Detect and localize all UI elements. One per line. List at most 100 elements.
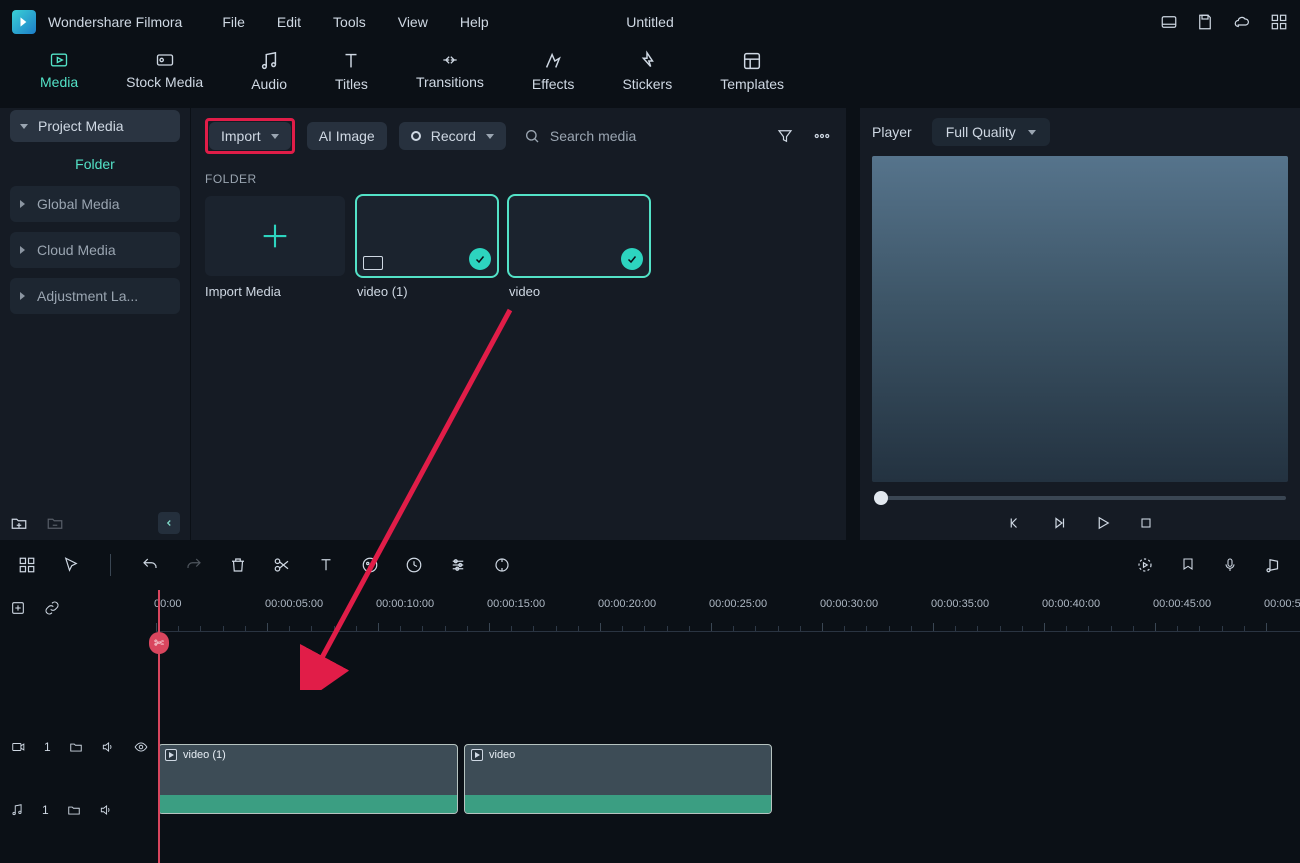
tab-titles-label: Titles xyxy=(335,76,368,92)
timeline: 1 1 00:0000:00:05:0000:00:10:0000:00:15:… xyxy=(0,590,1300,863)
thumb-caption: video (1) xyxy=(357,284,497,299)
check-icon xyxy=(621,248,643,270)
tab-transitions[interactable]: Transitions xyxy=(416,50,484,90)
quality-select[interactable]: Full Quality xyxy=(932,118,1050,146)
redo-icon[interactable] xyxy=(185,556,203,574)
prev-frame-icon[interactable] xyxy=(1006,514,1024,532)
play-badge-icon xyxy=(165,749,177,761)
caret-right-icon xyxy=(20,246,25,254)
step-back-icon[interactable] xyxy=(1050,514,1068,532)
text-tool-icon[interactable] xyxy=(317,556,335,574)
import-label: Import xyxy=(221,128,261,144)
preview-player-label[interactable]: Player xyxy=(872,124,912,140)
select-tool-icon[interactable] xyxy=(62,556,80,574)
record-button[interactable]: Record xyxy=(399,122,506,150)
tab-media[interactable]: Media xyxy=(40,50,78,90)
stock-media-icon xyxy=(153,50,177,70)
record-dot-icon xyxy=(411,131,421,141)
tab-effects[interactable]: Effects xyxy=(532,50,575,92)
timeline-toolbar xyxy=(0,540,1300,590)
adjust-icon[interactable] xyxy=(449,556,467,574)
templates-icon xyxy=(741,50,763,72)
voiceover-icon[interactable] xyxy=(1222,556,1238,574)
sidebar-global-media[interactable]: Global Media xyxy=(10,186,180,222)
tab-stickers[interactable]: Stickers xyxy=(622,50,672,92)
grid-icon[interactable] xyxy=(1270,13,1288,31)
new-folder-icon[interactable] xyxy=(10,514,28,532)
menu-help[interactable]: Help xyxy=(450,8,499,36)
track-mute-icon[interactable] xyxy=(101,740,115,754)
track-folder-icon[interactable] xyxy=(67,803,81,817)
thumb-video-2[interactable]: video xyxy=(509,196,649,299)
collapse-sidebar-icon[interactable] xyxy=(158,512,180,534)
more-icon[interactable] xyxy=(812,127,832,145)
add-track-icon[interactable] xyxy=(10,600,26,616)
search-input[interactable]: Search media xyxy=(524,128,636,144)
speed-icon[interactable] xyxy=(405,556,423,574)
tab-templates-label: Templates xyxy=(720,76,784,92)
save-icon[interactable] xyxy=(1196,13,1214,31)
play-icon[interactable] xyxy=(1094,514,1112,532)
undo-icon[interactable] xyxy=(141,556,159,574)
sidebar-cloud-media[interactable]: Cloud Media xyxy=(10,232,180,268)
tab-titles[interactable]: Titles xyxy=(335,50,368,92)
split-icon[interactable] xyxy=(273,556,291,574)
folder-heading: FOLDER xyxy=(205,172,832,186)
caret-down-icon xyxy=(1028,130,1036,135)
tab-stickers-label: Stickers xyxy=(622,76,672,92)
tab-audio[interactable]: Audio xyxy=(251,50,287,92)
tab-stock-media[interactable]: Stock Media xyxy=(126,50,203,90)
audio-track-icon xyxy=(10,803,24,817)
thumb-caption: video xyxy=(509,284,649,299)
playhead[interactable]: ✄ xyxy=(158,590,160,863)
crop-icon[interactable] xyxy=(493,556,511,574)
preview-panel: Player Full Quality xyxy=(860,108,1300,540)
scrubber-knob[interactable] xyxy=(874,491,888,505)
import-button[interactable]: Import xyxy=(209,122,291,150)
playhead-handle-icon[interactable]: ✄ xyxy=(149,632,169,654)
delete-folder-icon[interactable] xyxy=(46,514,64,532)
filter-icon[interactable] xyxy=(776,127,794,145)
menu-view[interactable]: View xyxy=(388,8,438,36)
clip-video-2[interactable]: video xyxy=(464,744,772,814)
cloud-icon[interactable] xyxy=(1232,13,1252,31)
apps-icon[interactable] xyxy=(18,556,36,574)
tab-templates[interactable]: Templates xyxy=(720,50,784,92)
timeline-ruler[interactable]: 00:0000:00:05:0000:00:10:0000:00:15:0000… xyxy=(156,598,1300,632)
media-browser: Import AI Image Record Search media FOLD… xyxy=(190,108,846,540)
import-media-label: Import Media xyxy=(205,284,345,299)
track-folder-icon[interactable] xyxy=(69,740,83,754)
render-icon[interactable] xyxy=(1136,556,1154,574)
timeline-body[interactable]: video (1) video xyxy=(156,632,1300,863)
tab-transitions-label: Transitions xyxy=(416,74,484,90)
thumb-video-1[interactable]: video (1) xyxy=(357,196,497,299)
track-mute-icon[interactable] xyxy=(99,803,113,817)
titles-icon xyxy=(340,50,362,72)
menu-tools[interactable]: Tools xyxy=(323,8,376,36)
color-icon[interactable] xyxy=(361,556,379,574)
audio-icon xyxy=(258,50,280,72)
marker-icon[interactable] xyxy=(1180,556,1196,574)
sidebar-project-media[interactable]: Project Media xyxy=(10,110,180,142)
caret-down-icon xyxy=(20,124,28,129)
clip-video-1[interactable]: video (1) xyxy=(158,744,458,814)
layout-icon[interactable] xyxy=(1160,13,1178,31)
menu-bar: Wondershare Filmora File Edit Tools View… xyxy=(0,0,1300,44)
delete-icon[interactable] xyxy=(229,556,247,574)
tab-stock-label: Stock Media xyxy=(126,74,203,90)
document-title: Untitled xyxy=(626,14,673,30)
stickers-icon xyxy=(636,50,658,72)
preview-screen[interactable] xyxy=(872,156,1288,482)
import-highlight: Import xyxy=(205,118,295,154)
stop-icon[interactable] xyxy=(1138,515,1154,531)
link-icon[interactable] xyxy=(44,600,60,616)
sidebar-adjustment-layer[interactable]: Adjustment La... xyxy=(10,278,180,314)
preview-scrubber[interactable] xyxy=(874,496,1286,500)
import-media-tile[interactable]: Import Media xyxy=(205,196,345,299)
ai-image-button[interactable]: AI Image xyxy=(307,122,387,150)
audio-mixer-icon[interactable] xyxy=(1264,556,1282,574)
menu-file[interactable]: File xyxy=(212,8,255,36)
menu-edit[interactable]: Edit xyxy=(267,8,311,36)
track-visibility-icon[interactable] xyxy=(133,740,149,754)
sidebar-folder[interactable]: Folder xyxy=(10,142,180,186)
